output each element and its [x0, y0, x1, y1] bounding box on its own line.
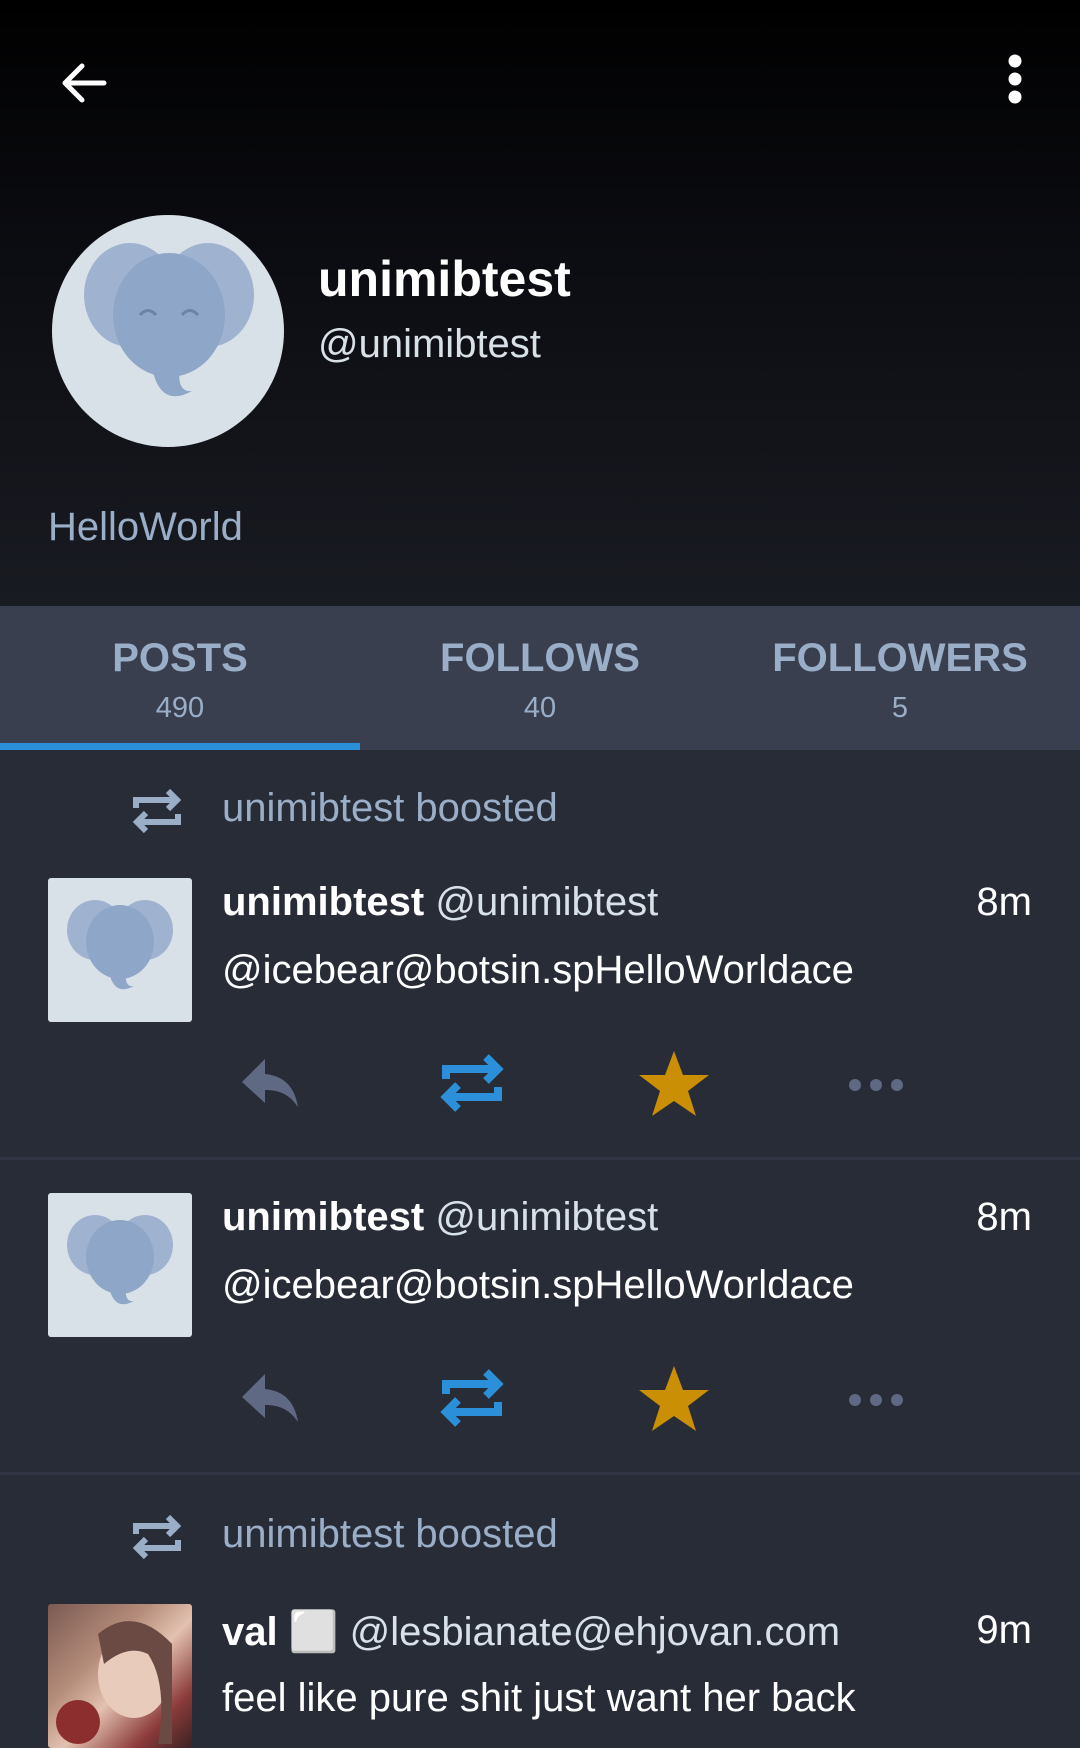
tab-follows[interactable]: FOLLOWS 40 [360, 606, 720, 750]
repeat-icon [132, 788, 182, 834]
post-display-name: val ⬜ [222, 1610, 339, 1654]
post-author[interactable]: val ⬜ @lesbianate@ehjovan.com [222, 1608, 840, 1655]
reply-button[interactable] [232, 1360, 308, 1436]
more-horizontal-icon [849, 1394, 903, 1406]
overflow-menu-button[interactable] [985, 50, 1045, 116]
more-button[interactable] [838, 1045, 914, 1121]
tab-count: 40 [523, 692, 557, 724]
reply-button[interactable] [232, 1045, 308, 1121]
elephant-avatar-icon [67, 900, 173, 990]
favourite-button[interactable] [636, 1360, 712, 1436]
more-horizontal-icon [849, 1079, 903, 1091]
elephant-avatar-icon [84, 243, 254, 397]
post-display-name: unimibtest [222, 1195, 425, 1239]
post-avatar[interactable] [48, 878, 192, 1022]
post-actions [0, 1045, 1080, 1125]
post-content: @icebear@botsin.spHelloWorldace [222, 1263, 854, 1307]
post-avatar[interactable] [48, 1193, 192, 1337]
post-divider [0, 1157, 1080, 1160]
boost-notice-text: unimibtest boosted [222, 1512, 558, 1556]
repeat-icon [132, 1514, 182, 1560]
tab-label: POSTS [112, 636, 248, 680]
boost-button[interactable] [434, 1360, 510, 1436]
tab-count: 5 [891, 692, 909, 724]
active-tab-indicator [0, 743, 360, 750]
post-time: 8m [976, 880, 1032, 924]
boost-notice: unimibtest boosted [0, 1502, 1080, 1572]
tab-posts[interactable]: POSTS 490 [0, 606, 360, 750]
tab-count: 490 [155, 692, 205, 724]
post-handle: @unimibtest [435, 1195, 659, 1239]
post-time: 9m [976, 1608, 1032, 1652]
more-button[interactable] [838, 1360, 914, 1436]
tab-label: FOLLOWS [440, 636, 640, 680]
elephant-avatar-icon [67, 1215, 173, 1305]
post-actions [0, 1360, 1080, 1440]
profile-tabs: POSTS 490 FOLLOWS 40 FOLLOWERS 5 [0, 606, 1080, 750]
boost-button[interactable] [434, 1045, 510, 1121]
tab-followers[interactable]: FOLLOWERS 5 [720, 606, 1080, 750]
post-display-name: unimibtest [222, 880, 425, 924]
user-photo-icon [56, 1621, 172, 1744]
repeat-icon [440, 1054, 504, 1112]
boost-notice: unimibtest boosted [0, 776, 1080, 846]
star-icon [639, 1366, 709, 1431]
repeat-icon [440, 1369, 504, 1427]
post-divider [0, 1472, 1080, 1475]
star-icon [639, 1051, 709, 1116]
post-author[interactable]: unimibtest @unimibtest [222, 1195, 658, 1240]
reply-icon [242, 1374, 298, 1422]
post-content: @icebear@botsin.spHelloWorldace [222, 948, 854, 992]
tab-label: FOLLOWERS [772, 636, 1028, 680]
profile-bio: HelloWorld [48, 505, 243, 549]
post-author[interactable]: unimibtest @unimibtest [222, 880, 658, 925]
boost-notice-text: unimibtest boosted [222, 786, 558, 830]
profile-display-name: unimibtest [318, 251, 571, 307]
more-vertical-icon [1008, 54, 1022, 104]
arrow-left-icon [62, 63, 107, 103]
profile-header: unimibtest @unimibtest HelloWorld [0, 0, 1080, 606]
reply-icon [242, 1059, 298, 1107]
profile-avatar[interactable] [52, 215, 284, 447]
post-handle: @lesbianate@ehjovan.com [349, 1610, 841, 1654]
favourite-button[interactable] [636, 1045, 712, 1121]
profile-handle: @unimibtest [318, 322, 541, 366]
back-button[interactable] [52, 50, 118, 116]
post-avatar[interactable] [48, 1604, 192, 1748]
post-time: 8m [976, 1195, 1032, 1239]
post-handle: @unimibtest [435, 880, 659, 924]
